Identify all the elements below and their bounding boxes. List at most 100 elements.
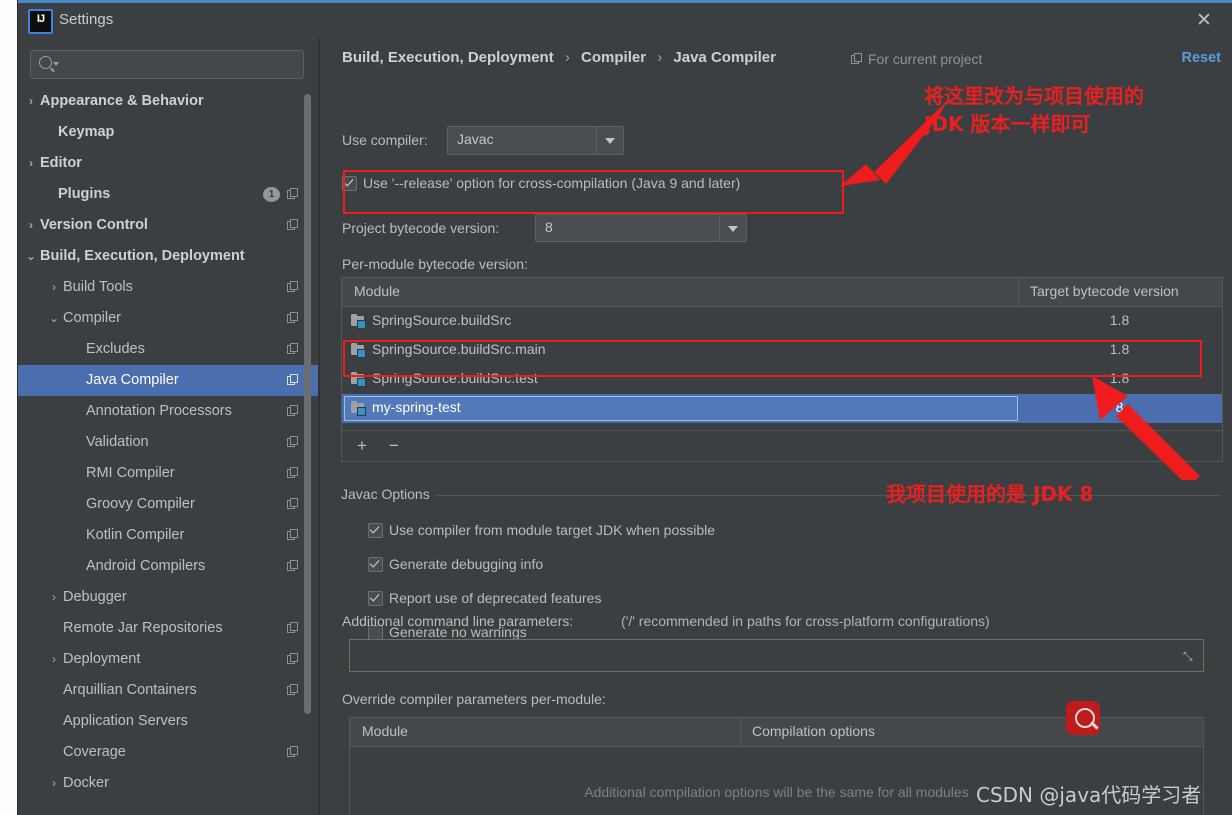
table-row[interactable]: SpringSource.buildSrc 1.8 <box>342 307 1222 336</box>
sidebar-item-label: Android Compilers <box>86 558 206 574</box>
per-module-bytecode-label: Per-module bytecode version: <box>342 256 528 272</box>
breadcrumb-part-1[interactable]: Build, Execution, Deployment <box>342 49 554 66</box>
splitter[interactable] <box>318 38 320 815</box>
sidebar-item-coverage[interactable]: Coverage <box>18 737 320 768</box>
checkbox-box <box>368 523 383 538</box>
breadcrumb-part-2[interactable]: Compiler <box>581 49 646 66</box>
column-header-module[interactable]: Module <box>362 723 408 739</box>
chevron-down-icon[interactable] <box>719 215 746 241</box>
target-bytecode-version[interactable]: 8 <box>1019 399 1220 415</box>
use-compiler-select[interactable]: Javac <box>447 126 624 155</box>
chevron-right-icon[interactable]: › <box>47 582 61 613</box>
sidebar-item-build-tools[interactable]: › Build Tools <box>18 272 320 303</box>
target-bytecode-version[interactable]: 1.8 <box>1019 341 1220 357</box>
copy-settings-icon[interactable] <box>287 529 298 540</box>
sidebar-scrollbar[interactable] <box>304 94 311 807</box>
sidebar-item-rmi-compiler[interactable]: RMI Compiler <box>18 458 320 489</box>
close-icon[interactable]: ✕ <box>1184 7 1224 34</box>
chevron-right-icon[interactable]: › <box>47 644 61 675</box>
sidebar-item-remote-jar-repositories[interactable]: Remote Jar Repositories <box>18 613 320 644</box>
copy-settings-icon[interactable] <box>287 622 298 633</box>
column-header-module[interactable]: Module <box>354 283 400 299</box>
copy-settings-icon[interactable] <box>287 374 298 385</box>
copy-settings-icon[interactable] <box>287 746 298 757</box>
table-row[interactable]: my-spring-test 8 <box>342 394 1222 423</box>
sidebar-item-compiler[interactable]: ⌄ Compiler <box>18 303 320 334</box>
javac-option-label: Generate debugging info <box>389 556 544 572</box>
search-highlight-icon[interactable] <box>1066 701 1100 735</box>
copy-settings-icon[interactable] <box>287 467 298 478</box>
override-table-title: Override compiler parameters per-module: <box>342 691 606 707</box>
sidebar-item-build-execution-deployment[interactable]: ⌄ Build, Execution, Deployment <box>18 241 320 272</box>
sidebar-item-deployment[interactable]: › Deployment <box>18 644 320 675</box>
chevron-down-icon[interactable] <box>596 127 623 154</box>
use-release-option-label: Use '--release' option for cross-compila… <box>363 175 741 191</box>
copy-settings-icon[interactable] <box>287 219 298 230</box>
chevron-right-icon[interactable]: › <box>24 86 38 117</box>
sidebar-item-version-control[interactable]: › Version Control <box>18 210 320 241</box>
copy-settings-icon[interactable] <box>287 436 298 447</box>
dialog-title: Settings <box>59 11 114 28</box>
copy-settings-icon[interactable] <box>287 560 298 571</box>
logo-label: IJ <box>36 13 45 25</box>
add-module-button[interactable]: + <box>352 436 372 456</box>
copy-settings-icon[interactable] <box>287 653 298 664</box>
sidebar-item-android-compilers[interactable]: Android Compilers <box>18 551 320 582</box>
column-divider[interactable] <box>1018 278 1019 306</box>
chevron-down-icon[interactable]: ⌄ <box>47 303 61 334</box>
sidebar-item-editor[interactable]: › Editor <box>18 148 320 179</box>
column-header-target-bytecode[interactable]: Target bytecode version <box>1030 283 1179 299</box>
sidebar-item-arquillian-containers[interactable]: Arquillian Containers <box>18 675 320 706</box>
table-row[interactable]: SpringSource.buildSrc.main 1.8 <box>342 336 1222 365</box>
sidebar-item-kotlin-compiler[interactable]: Kotlin Compiler <box>18 520 320 551</box>
sidebar-item-plugins[interactable]: Plugins 1 <box>18 179 320 210</box>
sidebar-item-label: Docker <box>63 775 109 791</box>
copy-settings-icon[interactable] <box>287 188 298 199</box>
additional-params-input[interactable]: ⤡ <box>349 639 1204 672</box>
copy-settings-icon[interactable] <box>287 405 298 416</box>
project-bytecode-label: Project bytecode version: <box>342 220 500 236</box>
sidebar-item-groovy-compiler[interactable]: Groovy Compiler <box>18 489 320 520</box>
sidebar-scrollbar-thumb[interactable] <box>304 94 311 714</box>
annotation-note-1-line-2: JDK 版本一样即可 <box>924 112 1091 136</box>
module-icon <box>351 372 366 387</box>
annotation-note-1-line-1: 将这里改为与项目使用的 <box>924 84 1144 108</box>
sidebar-item-validation[interactable]: Validation <box>18 427 320 458</box>
search-input[interactable] <box>30 50 304 79</box>
chevron-right-icon[interactable]: › <box>47 768 61 799</box>
use-compiler-label: Use compiler: <box>342 132 428 148</box>
project-bytecode-select[interactable]: 8 <box>535 214 747 242</box>
copy-settings-icon[interactable] <box>287 312 298 323</box>
reset-link[interactable]: Reset <box>1182 50 1222 66</box>
sidebar-item-keymap[interactable]: Keymap <box>18 117 320 148</box>
additional-params-hint: ('/' recommended in paths for cross-plat… <box>621 613 990 629</box>
chevron-down-icon[interactable]: ⌄ <box>24 241 38 272</box>
table-row[interactable]: SpringSource.buildSrc.test 1.8 <box>342 365 1222 394</box>
copy-settings-icon[interactable] <box>287 498 298 509</box>
sidebar-item-excludes[interactable]: Excludes <box>18 334 320 365</box>
sidebar-item-appearance-behavior[interactable]: › Appearance & Behavior <box>18 86 320 117</box>
sidebar-item-application-servers[interactable]: Application Servers <box>18 706 320 737</box>
copy-settings-icon[interactable] <box>287 281 298 292</box>
javac-options-title: Javac Options <box>341 486 438 502</box>
chevron-right-icon[interactable]: › <box>47 272 61 303</box>
chevron-right-icon[interactable]: › <box>24 210 38 241</box>
sidebar-item-java-compiler[interactable]: Java Compiler <box>18 365 320 396</box>
sidebar-item-annotation-processors[interactable]: Annotation Processors <box>18 396 320 427</box>
sidebar-item-label: Validation <box>86 434 149 450</box>
remove-module-button[interactable]: − <box>384 436 404 456</box>
expand-icon[interactable]: ⤡ <box>1183 649 1196 663</box>
settings-sidebar: › Appearance & Behavior Keymap › Editor Plugi… <box>18 38 320 815</box>
sidebar-item-label: Excludes <box>86 341 145 357</box>
sidebar-item-label: Annotation Processors <box>86 403 232 419</box>
chevron-right-icon[interactable]: › <box>24 148 38 179</box>
sidebar-item-debugger[interactable]: › Debugger <box>18 582 320 613</box>
sidebar-item-docker[interactable]: › Docker <box>18 768 320 799</box>
column-divider[interactable] <box>740 718 741 746</box>
breadcrumb-separator-1: › <box>564 49 570 66</box>
copy-settings-icon[interactable] <box>287 684 298 695</box>
target-bytecode-version[interactable]: 1.8 <box>1019 312 1220 328</box>
target-bytecode-version[interactable]: 1.8 <box>1019 370 1220 386</box>
copy-settings-icon[interactable] <box>287 343 298 354</box>
column-header-compilation-options[interactable]: Compilation options <box>752 723 875 739</box>
